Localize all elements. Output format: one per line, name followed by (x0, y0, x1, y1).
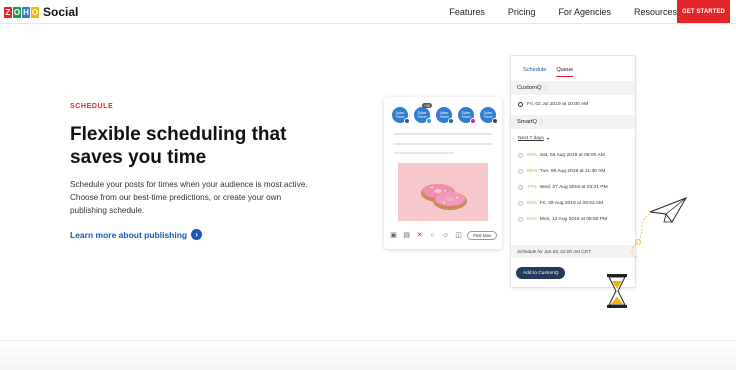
section-description: Schedule your posts for times when your … (70, 180, 308, 215)
slot-time: Tue, 06 Aug 2019 at 11:30 AM (539, 169, 606, 174)
radio[interactable] (518, 185, 523, 190)
facebook-icon (404, 118, 410, 124)
customq-slot[interactable]: Fri, 02 Jul 2019 at 10:00 AM (518, 102, 588, 107)
range-dropdown[interactable]: Next 7 days ▾ (518, 136, 549, 141)
tab-queue[interactable]: Queue (556, 67, 574, 77)
nav-link-features[interactable]: Features (449, 7, 485, 17)
gallery-icon[interactable]: ▤ (403, 231, 410, 239)
avatar[interactable]: Zylker Travel (480, 107, 498, 124)
zoho-logo-mark: Z O H O (4, 6, 39, 18)
nav-link-pricing[interactable]: Pricing (508, 7, 536, 17)
link-icon[interactable]: ✕ (416, 231, 423, 239)
slot-score: 80% (527, 169, 537, 174)
post-composer-card: Zylker Travel Zylker Travel Zylker Trave… (384, 97, 502, 249)
schedule-note: Schedule for Jun 03, 02:00 AM CDT (511, 245, 635, 258)
page-title: Flexible scheduling that saves you time (70, 124, 287, 168)
info-icon[interactable]: ⓘ (539, 119, 543, 125)
smart-slot[interactable]: 93% Sat, 03 Aug 2019 at 08:00 AM (518, 153, 605, 158)
logo-letter: Z (4, 6, 12, 18)
radio[interactable] (518, 217, 523, 222)
smart-slot[interactable]: 52% Mon, 12 Aug 2019 at 05:50 PM (518, 217, 607, 222)
slot-time: Fri, 09 Aug 2019 at 09:02 AM (539, 201, 604, 206)
range-label: Next 7 days (518, 136, 544, 141)
slot-score: 77% (527, 185, 537, 190)
google-my-business-icon (492, 118, 498, 124)
composer-toolbar: ▣ ▤ ✕ ○ ☺ ◫ (390, 231, 462, 240)
paper-plane-icon (649, 197, 688, 223)
hourglass-icon (607, 274, 627, 308)
radio[interactable] (518, 169, 523, 174)
avatar[interactable]: Zylker Travel (392, 107, 410, 124)
chevron-down-icon: ▾ (546, 136, 549, 141)
logo-letter: O (13, 6, 21, 18)
slot-time: Fri, 02 Jul 2019 at 10:00 AM (527, 102, 589, 107)
text-placeholder-line (394, 133, 492, 135)
top-navigation-bar: Z O H O Social Features Pricing For Agen… (0, 0, 736, 24)
product-name: Social (43, 5, 79, 19)
avatar[interactable]: Zylker Travel (458, 107, 476, 124)
donut-image (398, 163, 488, 221)
count-badge: +25 (422, 103, 432, 108)
schedule-tabs: Schedule Queue (523, 67, 574, 77)
learn-more-label: Learn more about publishing (70, 229, 188, 240)
radio[interactable] (518, 201, 523, 206)
logo-letter: O (31, 6, 39, 18)
schedule-icon[interactable]: ◫ (455, 231, 462, 239)
add-to-customq-button[interactable]: Add to CustomQ (516, 267, 566, 279)
radio[interactable] (518, 153, 523, 158)
donuts-illustration (421, 184, 467, 210)
nav-link-for-agencies[interactable]: For Agencies (558, 7, 611, 17)
arrow-right-icon: › (191, 229, 203, 240)
nav-link-resources[interactable]: Resources (634, 7, 677, 17)
slot-score: 93% (527, 153, 537, 158)
info-icon[interactable]: ⓘ (543, 85, 547, 91)
schedule-panel: Schedule Queue CustomQ ⓘ Fri, 02 Jul 201… (510, 55, 636, 288)
section-eyebrow: SCHEDULE (70, 103, 114, 110)
instagram-icon (470, 118, 476, 124)
avatar[interactable]: Zylker Travel (414, 107, 432, 124)
tab-schedule[interactable]: Schedule (523, 67, 546, 77)
slot-time: Mon, 12 Aug 2019 at 05:50 PM (539, 217, 608, 222)
tag-icon[interactable]: ○ (429, 232, 436, 239)
main-nav: Features Pricing For Agencies Resources (426, 0, 677, 23)
text-placeholder-line (394, 143, 492, 145)
radio-selected[interactable] (518, 102, 523, 107)
slot-score: 63% (527, 201, 537, 206)
emoji-icon[interactable]: ☺ (442, 232, 449, 239)
get-started-button[interactable]: GET STARTED (677, 0, 730, 23)
text-placeholder-line (394, 152, 454, 154)
customq-label: CustomQ (517, 85, 542, 91)
linkedin-icon (448, 118, 454, 124)
logo-letter: H (22, 6, 30, 18)
slot-score: 52% (527, 217, 537, 222)
profile-avatars: Zylker Travel Zylker Travel Zylker Trave… (392, 107, 498, 124)
smart-slot[interactable]: 63% Fri, 09 Aug 2019 at 09:02 AM (518, 201, 603, 206)
slot-time: Wed, 07 Aug 2019 at 03:21 PM (539, 185, 608, 190)
section-divider (0, 340, 736, 370)
slot-time: Sat, 03 Aug 2019 at 08:00 AM (539, 153, 605, 158)
smart-slot[interactable]: 80% Tue, 06 Aug 2019 at 11:30 AM (518, 169, 605, 174)
zoho-social-logo[interactable]: Z O H O Social (4, 5, 78, 19)
avatar[interactable]: Zylker Travel (436, 107, 454, 124)
camera-icon[interactable]: ▣ (390, 231, 397, 239)
smartq-label: SmartQ (517, 119, 537, 125)
learn-more-link[interactable]: Learn more about publishing › (70, 229, 203, 240)
smart-slot[interactable]: 77% Wed, 07 Aug 2019 at 03:21 PM (518, 185, 608, 190)
twitter-icon (426, 118, 432, 124)
customq-header: CustomQ ⓘ (511, 81, 635, 95)
post-now-button[interactable]: Post Now (467, 231, 497, 240)
smartq-header: SmartQ ⓘ (511, 115, 635, 129)
